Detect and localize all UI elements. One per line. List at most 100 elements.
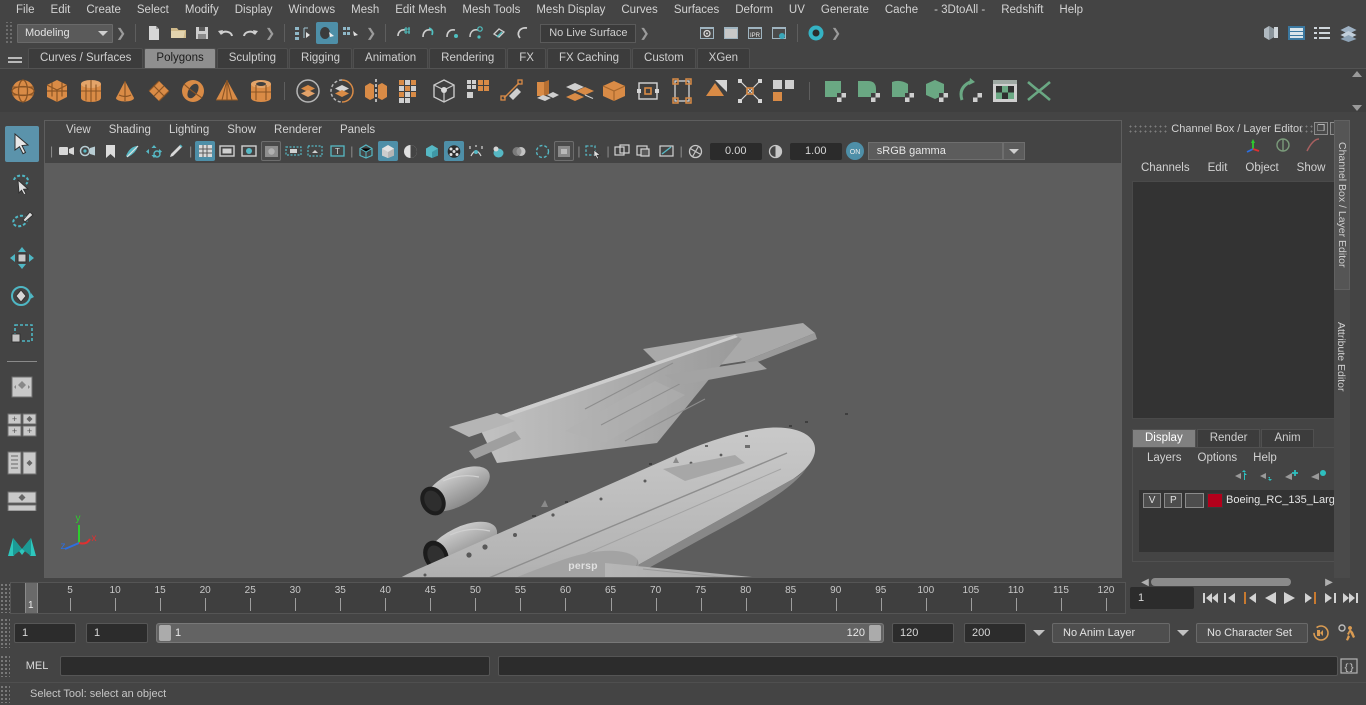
command-language-label[interactable]: MEL xyxy=(14,660,60,672)
channel-box-list[interactable] xyxy=(1132,181,1342,419)
gamma-value[interactable]: 1.00 xyxy=(789,142,842,160)
menu-file[interactable]: File xyxy=(8,1,43,19)
menu-3dtoall[interactable]: - 3DtoAll - xyxy=(926,1,993,19)
layer-color-swatch[interactable] xyxy=(1206,492,1224,508)
combine-icon[interactable] xyxy=(291,72,325,110)
channelbox-menu-edit[interactable]: Edit xyxy=(1199,161,1237,175)
wedge-icon[interactable] xyxy=(665,72,699,110)
shelf-tab-custom[interactable]: Custom xyxy=(632,48,696,68)
snap-to-projected-center-icon[interactable] xyxy=(465,22,487,44)
create-empty-layer-icon[interactable] xyxy=(1284,469,1301,487)
show-hide-tool-settings-icon[interactable] xyxy=(1311,22,1333,44)
shelf-tab-xgen[interactable]: XGen xyxy=(696,48,751,68)
viewport-menu-lighting[interactable]: Lighting xyxy=(160,123,218,137)
multisample-icon[interactable] xyxy=(532,141,552,161)
time-cursor[interactable]: 1 xyxy=(25,583,38,613)
layer-menu-options[interactable]: Options xyxy=(1190,451,1246,465)
grid-toggle-icon[interactable] xyxy=(195,141,216,161)
menu-generate[interactable]: Generate xyxy=(813,1,877,19)
poly-sphere-icon[interactable] xyxy=(6,72,40,110)
animation-preferences-icon[interactable] xyxy=(1334,624,1362,642)
snap-to-grid-icon[interactable] xyxy=(393,22,415,44)
ambient-occlusion-icon[interactable] xyxy=(488,141,508,161)
layer-tab-anim[interactable]: Anim xyxy=(1261,429,1314,447)
anim-layer-selector[interactable]: No Anim Layer xyxy=(1052,623,1170,643)
layer-shading-toggle[interactable] xyxy=(1185,492,1204,508)
play-backwards-icon[interactable] xyxy=(1260,587,1280,609)
script-editor-icon[interactable]: {} xyxy=(1338,656,1360,676)
color-profile-selector[interactable]: sRGB gamma xyxy=(867,142,1003,160)
move-layer-down-icon[interactable] xyxy=(1259,469,1275,487)
select-by-component-icon[interactable] xyxy=(340,22,362,44)
select-camera-icon[interactable] xyxy=(56,141,76,161)
shelf-tab-rigging[interactable]: Rigging xyxy=(289,48,353,68)
viewport-menu-shading[interactable]: Shading xyxy=(100,123,160,137)
menu-mesh[interactable]: Mesh xyxy=(343,1,387,19)
gamma-icon[interactable] xyxy=(766,141,786,161)
layer-tab-render[interactable]: Render xyxy=(1196,429,1261,447)
step-back-frame-icon[interactable] xyxy=(1240,587,1260,609)
poly-cylinder-icon[interactable] xyxy=(74,72,108,110)
select-by-hierarchy-icon[interactable] xyxy=(292,22,314,44)
channelbox-menu-channels[interactable]: Channels xyxy=(1132,161,1199,175)
smooth-icon[interactable] xyxy=(393,72,427,110)
paint-select-tool-button[interactable] xyxy=(5,202,39,238)
anim-layer-dropdown-icon[interactable] xyxy=(1033,630,1045,636)
viewport-menu-show[interactable]: Show xyxy=(218,123,265,137)
menu-mesh-tools[interactable]: Mesh Tools xyxy=(454,1,528,19)
curve-icon[interactable] xyxy=(1304,137,1322,158)
poly-plane-icon[interactable] xyxy=(142,72,176,110)
film-gate-icon[interactable] xyxy=(217,141,237,161)
layer-list[interactable]: V P Boeing_RC_135_Large_ xyxy=(1139,490,1335,552)
range-slider-right-handle[interactable] xyxy=(869,625,881,641)
side-tab-attribute-editor[interactable]: Attribute Editor xyxy=(1334,302,1348,412)
color-management-icon[interactable]: ON xyxy=(845,142,864,160)
new-scene-icon[interactable] xyxy=(143,22,165,44)
menu-cache[interactable]: Cache xyxy=(877,1,926,19)
viewport-menu-renderer[interactable]: Renderer xyxy=(265,123,331,137)
menu-curves[interactable]: Curves xyxy=(613,1,665,19)
toolbar-collapse-icon-5[interactable]: ❯ xyxy=(831,26,841,40)
rotate-tool-button[interactable] xyxy=(5,278,39,314)
motion-blur-icon[interactable] xyxy=(510,141,530,161)
shelf-tab-fx[interactable]: FX xyxy=(507,48,546,68)
create-layer-from-selected-icon[interactable] xyxy=(1310,469,1327,487)
render-current-frame-icon[interactable] xyxy=(696,22,718,44)
toolbar-collapse-icon-2[interactable]: ❯ xyxy=(265,26,275,40)
shelf-tab-curves-surfaces[interactable]: Curves / Surfaces xyxy=(28,48,144,68)
shelf-tab-fx-caching[interactable]: FX Caching xyxy=(546,48,632,68)
single-persp-layout-button[interactable] xyxy=(5,483,39,519)
viewport-menu-panels[interactable]: Panels xyxy=(331,123,384,137)
poly-pipe-icon[interactable] xyxy=(244,72,278,110)
select-by-object-icon[interactable] xyxy=(316,22,339,44)
layer-menu-help[interactable]: Help xyxy=(1245,451,1285,465)
use-all-lights-icon[interactable] xyxy=(444,141,465,161)
curve-warp-icon[interactable] xyxy=(954,72,988,110)
layer-row[interactable]: V P Boeing_RC_135_Large_ xyxy=(1139,490,1335,510)
shelf-tab-polygons[interactable]: Polygons xyxy=(144,48,216,68)
persp-graph-layout-button[interactable] xyxy=(5,445,39,481)
exposure-value[interactable]: 0.00 xyxy=(709,142,762,160)
toolbar-collapse-icon[interactable]: ❯ xyxy=(116,26,126,40)
subdiv-proxy-icon[interactable] xyxy=(427,72,461,110)
command-line-grip[interactable] xyxy=(0,655,10,677)
sculpt-surface-icon[interactable] xyxy=(818,72,852,110)
viewport-toolbar-grip[interactable]: | xyxy=(48,144,55,158)
layer-playback-toggle[interactable]: P xyxy=(1164,492,1183,508)
shadows-icon[interactable] xyxy=(466,141,486,161)
shaded-wireframe-icon[interactable] xyxy=(400,141,420,161)
color-profile-dropdown-arrow[interactable] xyxy=(1002,142,1025,160)
transform-manip-icon[interactable] xyxy=(1244,137,1262,158)
text-overlay-icon[interactable]: T xyxy=(327,141,347,161)
toolbar-collapse-icon-3[interactable]: ❯ xyxy=(366,26,376,40)
open-scene-icon[interactable] xyxy=(167,22,189,44)
animation-start-time-field[interactable]: 1 xyxy=(14,623,76,643)
redo-icon[interactable] xyxy=(239,22,261,44)
persp-outliner-layout-button[interactable]: + + + xyxy=(5,407,39,443)
help-line-grip[interactable] xyxy=(0,685,10,703)
show-hide-attribute-editor-icon[interactable] xyxy=(1285,22,1307,44)
range-slider-bar[interactable]: 1 120 xyxy=(156,623,884,643)
render-sequence-icon[interactable] xyxy=(720,22,742,44)
make-live-icon[interactable] xyxy=(513,22,535,44)
quad-draw-icon[interactable] xyxy=(767,72,801,110)
